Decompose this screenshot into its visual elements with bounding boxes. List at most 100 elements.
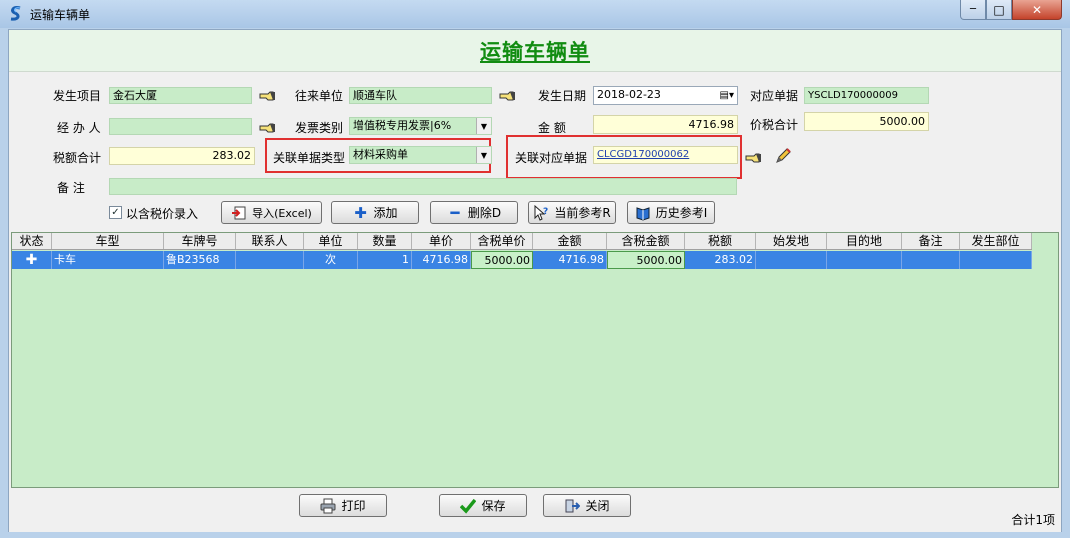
window-title: 运输车辆单 — [30, 8, 91, 22]
save-button[interactable]: 保存 — [439, 494, 527, 517]
edit-pencil-icon[interactable] — [774, 147, 792, 165]
ref-doc-label: 对应单据 — [750, 89, 799, 103]
tax-total-field: 283.02 — [109, 147, 255, 165]
cell-amount[interactable]: 4716.98 — [533, 251, 607, 269]
maximize-icon: □ — [993, 2, 1005, 17]
cell-plate[interactable]: 鲁B23568 — [164, 251, 236, 269]
partner-field[interactable]: 顺通车队 — [349, 87, 492, 104]
import-doc-icon — [232, 206, 246, 219]
cell-part[interactable] — [960, 251, 1032, 269]
col-header[interactable]: 含税金额 — [607, 233, 685, 249]
col-header[interactable]: 联系人 — [236, 233, 304, 249]
save-label: 保存 — [481, 499, 506, 513]
plus-icon[interactable]: ✚ — [12, 251, 52, 269]
linked-type-select[interactable]: 材料采购单 ▼ — [349, 146, 492, 164]
minimize-icon: ─ — [969, 4, 977, 15]
linked-doc-link[interactable]: CLCGD170000062 — [593, 146, 738, 164]
col-header[interactable]: 单位 — [304, 233, 358, 249]
cell-type[interactable]: 卡车 — [52, 251, 164, 269]
linked-type-value: 材料采购单 — [353, 148, 408, 161]
col-header[interactable]: 状态 — [12, 233, 52, 249]
add-button[interactable]: ✚ 添加 — [331, 201, 419, 224]
tax-inclusive-checkbox[interactable]: ✓ — [109, 206, 122, 219]
delete-button[interactable]: ━ 删除D — [430, 201, 518, 224]
cell-price-tax[interactable]: 5000.00 — [471, 251, 533, 269]
cell-amount-tax[interactable]: 5000.00 — [607, 251, 685, 269]
chevron-down-icon[interactable]: ▼ — [476, 147, 491, 163]
window-titlebar[interactable]: 运输车辆单 ─ □ ✕ — [0, 0, 1070, 28]
col-header[interactable]: 备注 — [902, 233, 960, 249]
book-icon — [636, 206, 650, 221]
col-header[interactable]: 发生部位 — [960, 233, 1032, 249]
header-band: 运输车辆单 — [9, 30, 1061, 72]
cell-remark[interactable] — [902, 251, 960, 269]
printer-icon — [320, 498, 336, 513]
pick-hand-icon[interactable] — [259, 122, 276, 134]
tax-inclusive-label: 以含税价录入 — [126, 207, 199, 221]
close-window-button[interactable]: ✕ — [1012, 0, 1062, 20]
cell-qty[interactable]: 1 — [358, 251, 412, 269]
project-label: 发生项目 — [53, 89, 102, 103]
detail-grid[interactable]: 状态 车型 车牌号 联系人 单位 数量 单价 含税单价 金额 含税金额 税额 始… — [11, 232, 1059, 488]
app-logo-icon — [10, 6, 21, 21]
pick-hand-icon[interactable] — [259, 90, 276, 102]
add-label: 添加 — [373, 206, 398, 220]
col-header[interactable]: 数量 — [358, 233, 412, 249]
check-icon: ✓ — [111, 206, 120, 218]
current-ref-button[interactable]: ? 当前参考R — [528, 201, 616, 224]
calendar-dropdown-icon[interactable]: ▤▾ — [720, 88, 734, 103]
remark-field[interactable] — [109, 178, 737, 195]
handler-field[interactable] — [109, 118, 252, 135]
checkmark-icon — [460, 498, 477, 514]
date-value: 2018-02-23 — [597, 88, 661, 101]
col-header[interactable]: 车型 — [52, 233, 164, 249]
handler-label: 经 办 人 — [57, 121, 101, 135]
col-header[interactable]: 始发地 — [756, 233, 827, 249]
col-header[interactable]: 含税单价 — [471, 233, 533, 249]
close-button[interactable]: 关闭 — [543, 494, 631, 517]
page-title: 运输车辆单 — [480, 39, 590, 64]
import-excel-button[interactable]: 导入(Excel) — [221, 201, 322, 224]
pick-hand-icon[interactable] — [499, 90, 516, 102]
cell-dest[interactable] — [827, 251, 902, 269]
cell-origin[interactable] — [756, 251, 827, 269]
col-header[interactable]: 金额 — [533, 233, 607, 249]
cell-unit[interactable]: 次 — [304, 251, 358, 269]
date-label: 发生日期 — [538, 89, 587, 103]
current-ref-label: 当前参考R — [554, 206, 611, 220]
invoice-type-select[interactable]: 增值税专用发票|6% ▼ — [349, 117, 492, 135]
linked-type-label: 关联单据类型 — [273, 151, 346, 165]
minimize-button[interactable]: ─ — [960, 0, 986, 20]
col-header[interactable]: 车牌号 — [164, 233, 236, 249]
cell-tax[interactable]: 283.02 — [685, 251, 756, 269]
pick-hand-icon[interactable] — [745, 152, 762, 164]
col-header[interactable]: 单价 — [412, 233, 471, 249]
invoice-type-value: 增值税专用发票|6% — [353, 119, 452, 132]
close-icon: ✕ — [1031, 2, 1043, 17]
print-button[interactable]: 打印 — [299, 494, 387, 517]
cell-contact[interactable] — [236, 251, 304, 269]
grid-header: 状态 车型 车牌号 联系人 单位 数量 单价 含税单价 金额 含税金额 税额 始… — [12, 233, 1032, 250]
col-header[interactable]: 目的地 — [827, 233, 902, 249]
partner-label: 往来单位 — [295, 89, 344, 103]
col-header[interactable]: 税额 — [685, 233, 756, 249]
project-field[interactable]: 金石大厦 — [109, 87, 252, 104]
maximize-button[interactable]: □ — [986, 0, 1012, 20]
chevron-down-icon[interactable]: ▼ — [476, 118, 491, 134]
close-label: 关闭 — [585, 499, 610, 513]
linked-doc-label: 关联对应单据 — [515, 151, 588, 165]
cell-price[interactable]: 4716.98 — [412, 251, 471, 269]
history-ref-label: 历史参考I — [655, 206, 708, 220]
remark-label: 备 注 — [57, 181, 85, 195]
date-picker[interactable]: 2018-02-23 ▤▾ — [593, 86, 738, 105]
amount-label: 金 额 — [538, 121, 566, 135]
delete-label: 删除D — [467, 206, 502, 220]
table-row[interactable]: ✚ 卡车 鲁B23568 次 1 4716.98 5000.00 4716.98… — [12, 251, 1032, 269]
amount-field[interactable]: 4716.98 — [593, 115, 738, 134]
form-client-area: 运输车辆单 发生项目 金石大厦 往来单位 顺通车队 发生日期 2018-02-2… — [8, 29, 1062, 532]
history-ref-button[interactable]: 历史参考I — [627, 201, 715, 224]
invoice-type-label: 发票类别 — [295, 121, 344, 135]
minus-icon: ━ — [450, 203, 460, 222]
tax-total-label: 税额合计 — [53, 151, 102, 165]
ref-doc-field: YSCLD170000009 — [804, 87, 929, 104]
